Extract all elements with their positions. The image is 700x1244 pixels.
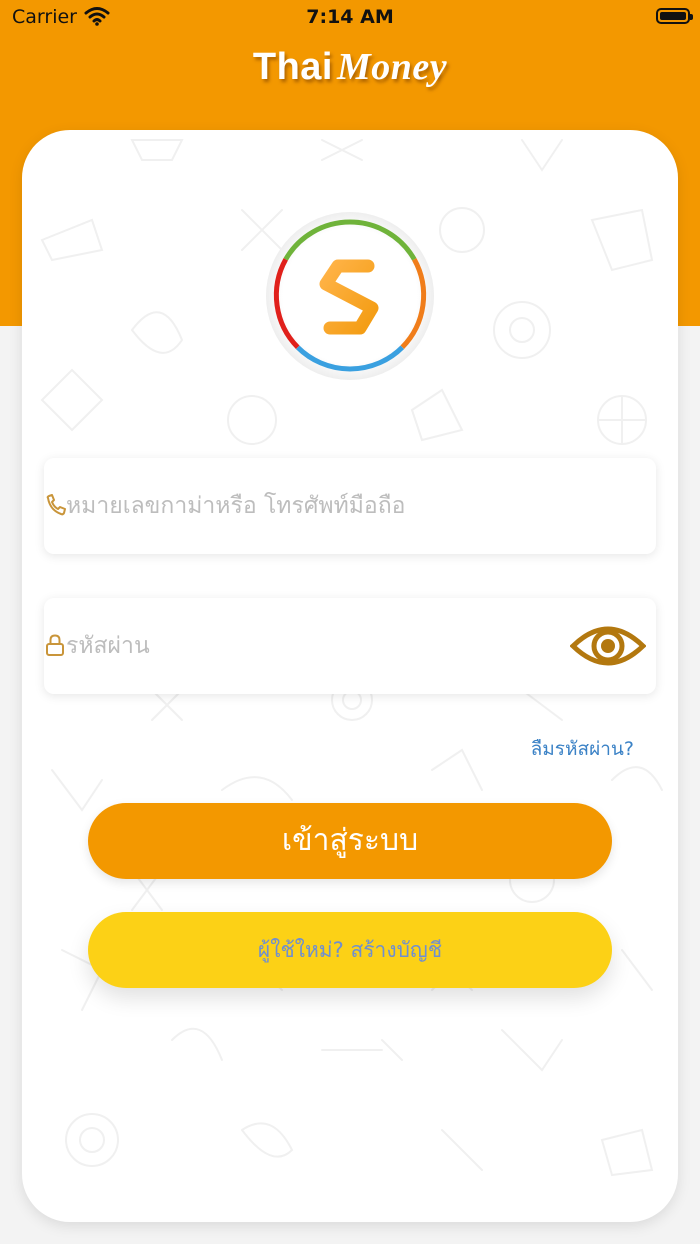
register-button[interactable]: ผู้ใช้ใหม่? สร้างบัญชี: [88, 912, 612, 988]
forgot-password-link[interactable]: ลืมรหัสผ่าน?: [531, 734, 634, 764]
status-bar: Carrier 7:14 AM: [0, 0, 700, 36]
login-card: ลืมรหัสผ่าน? เข้าสู่ระบบ ผู้ใช้ใหม่? สร้…: [22, 130, 678, 1222]
password-field: [44, 598, 656, 694]
battery-icon: [656, 8, 693, 24]
brand-part-thai: Thai: [252, 46, 333, 88]
login-button[interactable]: เข้าสู่ระบบ: [88, 803, 612, 879]
eye-icon[interactable]: [570, 618, 646, 674]
phone-field: [44, 458, 656, 554]
brand-logo-text: Thai Money: [0, 44, 700, 89]
dollar-logo-icon: [266, 212, 434, 380]
phone-icon: [46, 494, 66, 516]
status-time: 7:14 AM: [306, 6, 394, 28]
battery-fill: [660, 12, 686, 20]
password-input[interactable]: [66, 622, 566, 670]
brand-part-money: Money: [336, 46, 448, 88]
lock-icon: [46, 634, 64, 656]
phone-input[interactable]: [66, 482, 566, 530]
